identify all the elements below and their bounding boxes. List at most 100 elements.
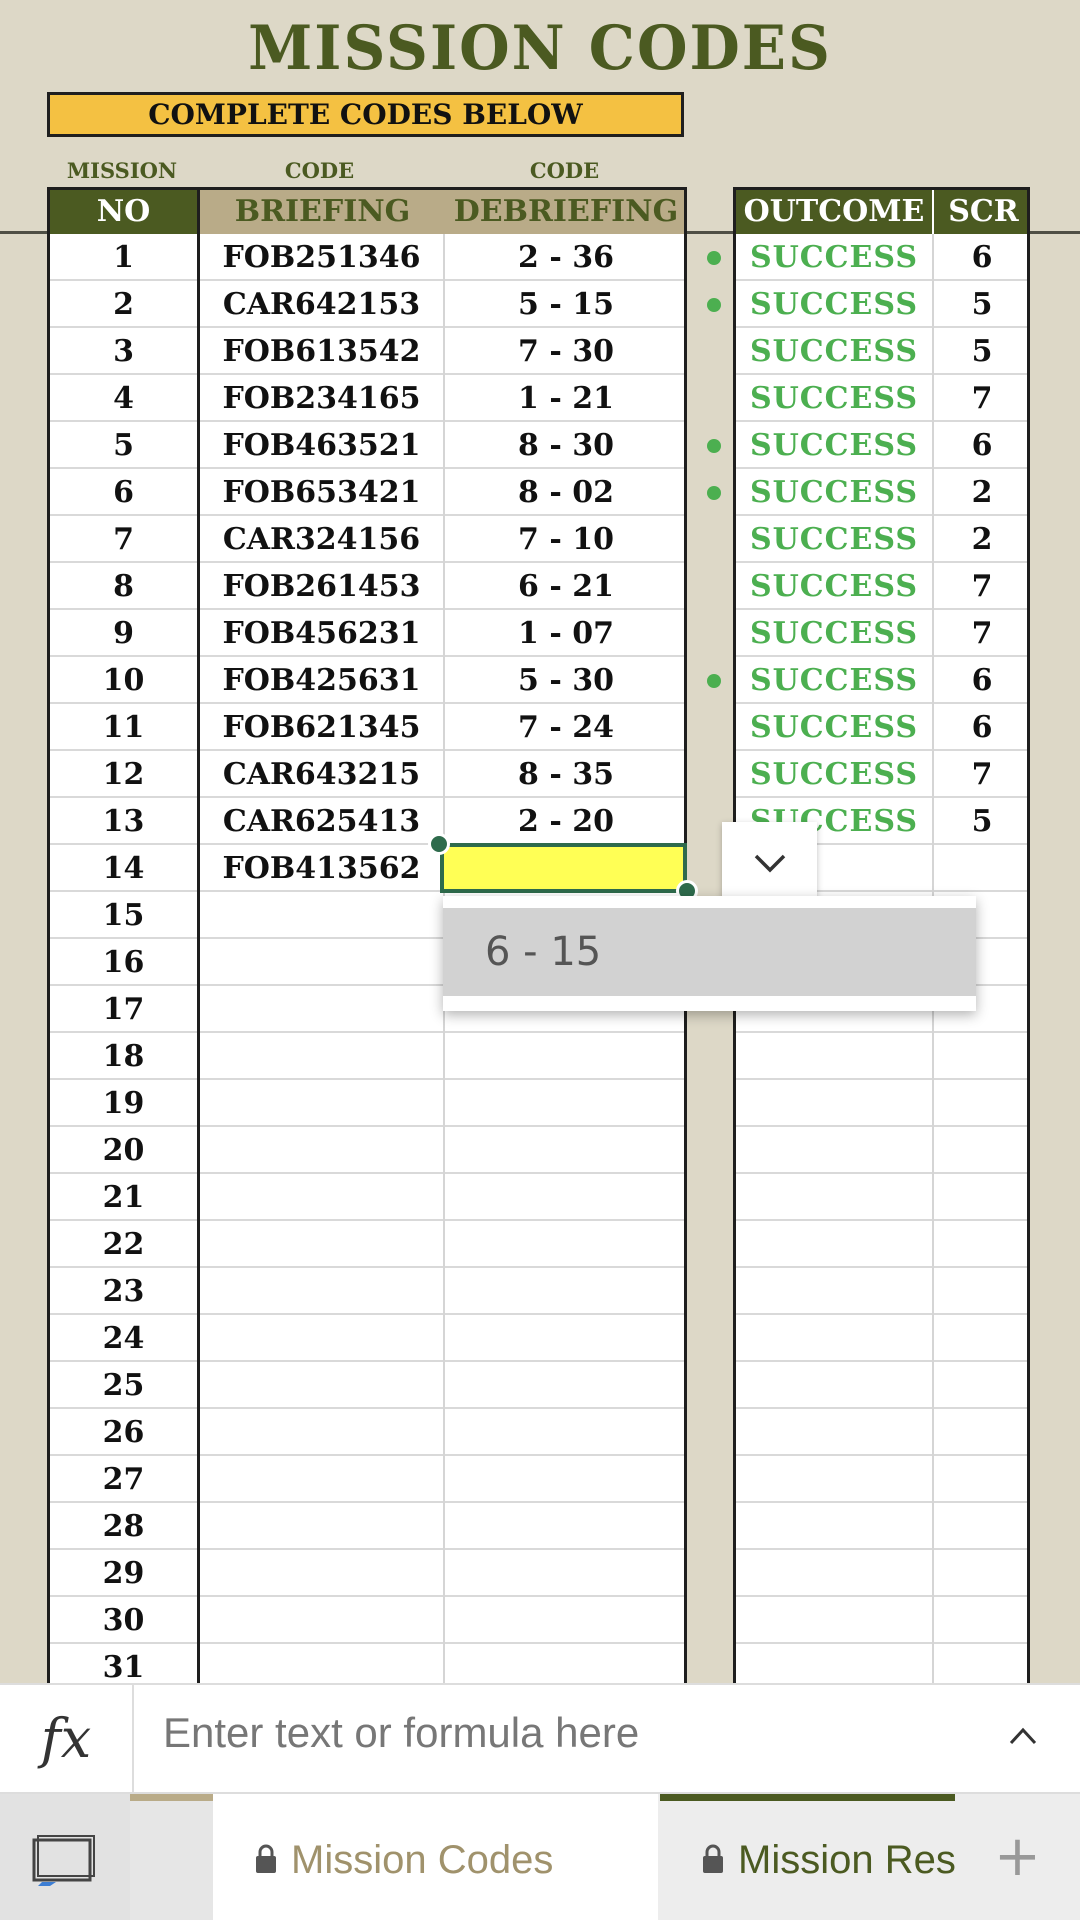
cell-debriefing[interactable]: 7 - 30 xyxy=(445,328,684,373)
cell-briefing[interactable]: FOB413562 xyxy=(200,845,443,890)
cell-mission-no[interactable]: 30 xyxy=(50,1597,197,1642)
header-debriefing[interactable]: DEBRIEFING xyxy=(445,190,684,234)
cell-mission-no[interactable]: 24 xyxy=(50,1315,197,1360)
cell-debriefing[interactable]: 2 - 20 xyxy=(445,798,684,843)
cell-mission-no[interactable]: 28 xyxy=(50,1503,197,1548)
cell-debriefing[interactable] xyxy=(445,1644,684,1684)
cell-briefing[interactable] xyxy=(200,1315,443,1360)
cell-mission-no[interactable]: 26 xyxy=(50,1409,197,1454)
cell-mission-no[interactable]: 10 xyxy=(50,657,197,702)
cell-debriefing[interactable]: 1 - 07 xyxy=(445,610,684,655)
cell-mission-no[interactable]: 8 xyxy=(50,563,197,608)
cell-briefing[interactable] xyxy=(200,939,443,984)
cell-debriefing[interactable] xyxy=(445,1033,684,1078)
cell-debriefing[interactable] xyxy=(445,1221,684,1266)
cell-mission-no[interactable]: 27 xyxy=(50,1456,197,1501)
cell-briefing[interactable] xyxy=(200,1174,443,1219)
cell-mission-no[interactable]: 13 xyxy=(50,798,197,843)
chevron-up-icon[interactable] xyxy=(1008,1725,1038,1747)
cell-debriefing[interactable] xyxy=(445,1597,684,1642)
cell-mission-no[interactable]: 18 xyxy=(50,1033,197,1078)
cell-briefing[interactable] xyxy=(200,892,443,937)
cell-briefing[interactable] xyxy=(200,1597,443,1642)
cell-mission-no[interactable]: 15 xyxy=(50,892,197,937)
cell-mission-no[interactable]: 17 xyxy=(50,986,197,1031)
cell-briefing[interactable] xyxy=(200,1644,443,1684)
cell-debriefing[interactable]: 1 - 21 xyxy=(445,375,684,420)
cell-mission-no[interactable]: 12 xyxy=(50,751,197,796)
cell-mission-no[interactable]: 29 xyxy=(50,1550,197,1595)
cell-briefing[interactable] xyxy=(200,986,443,1031)
cell-briefing[interactable]: FOB621345 xyxy=(200,704,443,749)
cell-briefing[interactable]: CAR643215 xyxy=(200,751,443,796)
cell-debriefing[interactable] xyxy=(445,1315,684,1360)
cell-briefing[interactable] xyxy=(200,1080,443,1125)
cell-debriefing[interactable] xyxy=(445,1174,684,1219)
cell-briefing[interactable] xyxy=(200,1362,443,1407)
cell-briefing[interactable] xyxy=(200,1456,443,1501)
cell-briefing[interactable]: FOB653421 xyxy=(200,469,443,514)
header-briefing[interactable]: BRIEFING xyxy=(200,190,445,234)
cell-briefing[interactable] xyxy=(200,1409,443,1454)
cell-debriefing[interactable]: 5 - 30 xyxy=(445,657,684,702)
cell-briefing[interactable] xyxy=(200,1550,443,1595)
formula-input[interactable]: Enter text or formula here xyxy=(163,1709,639,1757)
cell-briefing[interactable] xyxy=(200,1268,443,1313)
dropdown-option[interactable]: 6 - 15 xyxy=(443,908,976,996)
selection-handle-start[interactable] xyxy=(428,833,450,855)
header-outcome[interactable]: OUTCOME xyxy=(736,190,932,234)
cell-mission-no[interactable]: 20 xyxy=(50,1127,197,1172)
cell-briefing[interactable]: FOB613542 xyxy=(200,328,443,373)
cell-briefing[interactable]: FOB456231 xyxy=(200,610,443,655)
cell-mission-no[interactable]: 11 xyxy=(50,704,197,749)
cell-debriefing[interactable]: 8 - 30 xyxy=(445,422,684,467)
cell-mission-no[interactable]: 7 xyxy=(50,516,197,561)
cell-mission-no[interactable]: 5 xyxy=(50,422,197,467)
fx-icon[interactable]: fx xyxy=(0,1685,134,1792)
cell-mission-no[interactable]: 1 xyxy=(50,234,197,279)
add-sheet-button[interactable]: + xyxy=(994,1824,1041,1889)
cell-briefing[interactable]: FOB425631 xyxy=(200,657,443,702)
cell-debriefing[interactable]: 8 - 02 xyxy=(445,469,684,514)
cell-mission-no[interactable]: 23 xyxy=(50,1268,197,1313)
dropdown-toggle-button[interactable] xyxy=(722,822,817,902)
cell-briefing[interactable] xyxy=(200,1127,443,1172)
cell-mission-no[interactable]: 9 xyxy=(50,610,197,655)
cell-mission-no[interactable]: 25 xyxy=(50,1362,197,1407)
cell-debriefing[interactable] xyxy=(445,1362,684,1407)
cell-mission-no[interactable]: 21 xyxy=(50,1174,197,1219)
cell-debriefing[interactable] xyxy=(445,1503,684,1548)
cell-mission-no[interactable]: 14 xyxy=(50,845,197,890)
cell-mission-no[interactable]: 6 xyxy=(50,469,197,514)
cell-briefing[interactable]: FOB234165 xyxy=(200,375,443,420)
cell-debriefing[interactable] xyxy=(445,1080,684,1125)
sheets-overview-button[interactable] xyxy=(0,1794,130,1920)
cell-briefing[interactable]: CAR324156 xyxy=(200,516,443,561)
cell-debriefing[interactable]: 2 - 36 xyxy=(445,234,684,279)
cell-briefing[interactable]: CAR625413 xyxy=(200,798,443,843)
cell-mission-no[interactable]: 22 xyxy=(50,1221,197,1266)
cell-debriefing[interactable] xyxy=(445,1268,684,1313)
cell-debriefing[interactable]: 6 - 21 xyxy=(445,563,684,608)
cell-mission-no[interactable]: 16 xyxy=(50,939,197,984)
cell-debriefing[interactable]: 5 - 15 xyxy=(445,281,684,326)
cell-mission-no[interactable]: 3 xyxy=(50,328,197,373)
tab-mission-codes[interactable]: Mission Codes xyxy=(213,1794,658,1920)
cell-debriefing[interactable]: 7 - 24 xyxy=(445,704,684,749)
cell-briefing[interactable]: FOB463521 xyxy=(200,422,443,467)
cell-briefing[interactable] xyxy=(200,1221,443,1266)
cell-briefing[interactable] xyxy=(200,1503,443,1548)
cell-briefing[interactable]: CAR642153 xyxy=(200,281,443,326)
cell-briefing[interactable]: FOB261453 xyxy=(200,563,443,608)
cell-debriefing[interactable]: 7 - 10 xyxy=(445,516,684,561)
cell-debriefing[interactable] xyxy=(445,1456,684,1501)
cell-mission-no[interactable]: 4 xyxy=(50,375,197,420)
cell-debriefing[interactable] xyxy=(445,1127,684,1172)
selected-cell-debriefing-14[interactable] xyxy=(440,843,687,893)
cell-debriefing[interactable] xyxy=(445,1550,684,1595)
cell-mission-no[interactable]: 31 xyxy=(50,1644,197,1684)
cell-debriefing[interactable] xyxy=(445,1409,684,1454)
cell-briefing[interactable]: FOB251346 xyxy=(200,234,443,279)
tab-mission-results[interactable]: Mission Res xyxy=(660,1794,955,1920)
cell-mission-no[interactable]: 2 xyxy=(50,281,197,326)
